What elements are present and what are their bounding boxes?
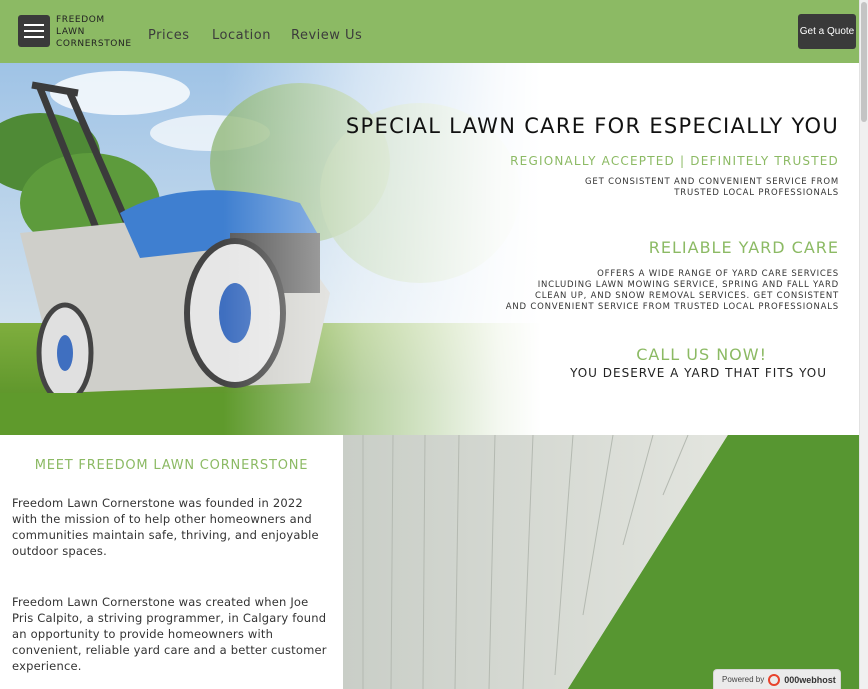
call-us-heading: CALL US NOW! xyxy=(636,345,767,364)
yard-care-body: OFFERS A WIDE RANGE OF YARD CARE SERVICE… xyxy=(505,269,839,312)
call-us-subtext: YOU DESERVE A YARD THAT FITS YOU xyxy=(570,366,827,380)
webhost-name: 000webhost xyxy=(784,674,836,685)
nav-review-link[interactable]: Review Us xyxy=(291,28,362,43)
hero-section: SPECIAL LAWN CARE FOR ESPECIALLY YOU REG… xyxy=(0,63,859,435)
page-scrollbar[interactable] xyxy=(859,0,868,689)
powered-by-badge[interactable]: Powered by 000webhost xyxy=(713,669,841,689)
webhost-logo-icon xyxy=(768,673,781,686)
yard-care-heading: RELIABLE YARD CARE xyxy=(648,238,839,257)
hero-subtitle: REGIONALLY ACCEPTED | DEFINITELY TRUSTED xyxy=(510,154,839,168)
hamburger-menu-icon[interactable] xyxy=(18,15,50,47)
nav-prices-link[interactable]: Prices xyxy=(148,28,190,43)
get-quote-button[interactable]: Get a Quote xyxy=(798,14,856,49)
about-title: MEET FREEDOM LAWN CORNERSTONE xyxy=(34,458,309,473)
brand-logo-text[interactable]: FREEDOM LAWN CORNERSTONE xyxy=(56,14,136,50)
about-paragraph-origin: Freedom Lawn Cornerstone was created whe… xyxy=(12,595,327,673)
nav-location-link[interactable]: Location xyxy=(212,28,271,43)
powered-by-label: Powered by xyxy=(722,675,765,684)
hero-title: SPECIAL LAWN CARE FOR ESPECIALLY YOU xyxy=(345,114,839,138)
about-section: MEET FREEDOM LAWN CORNERSTONE Freedom La… xyxy=(0,435,343,689)
hero-subtitle-body: GET CONSISTENT AND CONVENIENT SERVICE FR… xyxy=(585,177,839,198)
site-header: FREEDOM LAWN CORNERSTONE Prices Location… xyxy=(0,0,859,63)
scrollbar-thumb[interactable] xyxy=(861,2,867,122)
about-paragraph-founding: Freedom Lawn Cornerstone was founded in … xyxy=(12,496,319,558)
wall-grass-image xyxy=(343,435,859,689)
